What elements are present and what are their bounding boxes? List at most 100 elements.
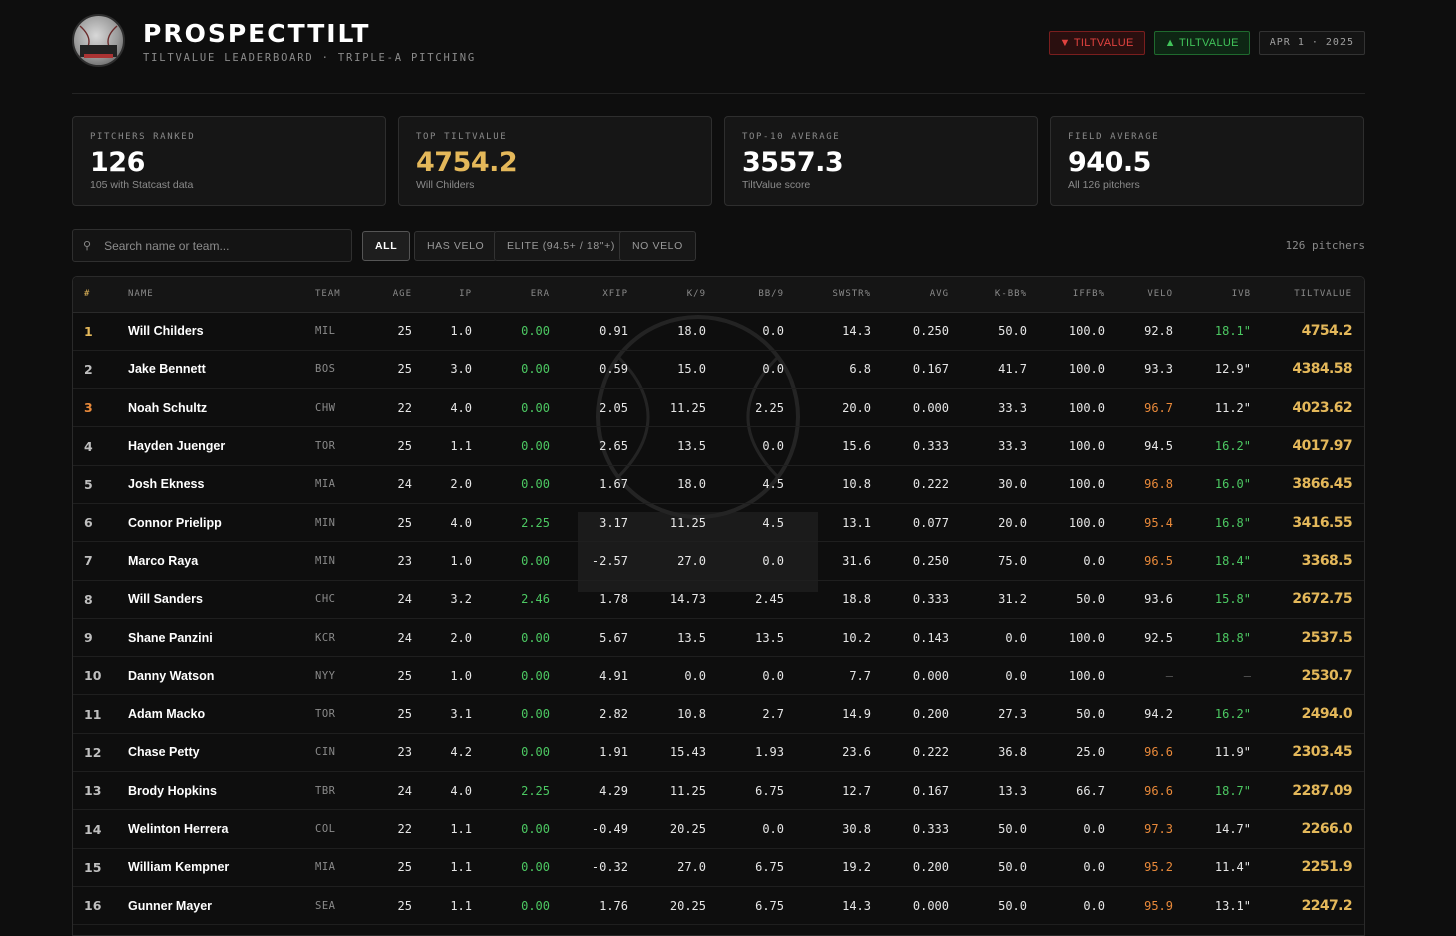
table-row[interactable]: 13 Brody Hopkins TBR 24 4.0 2.25 4.29 11.25 6.75… bbox=[73, 772, 1364, 810]
col-header-ivb[interactable]: IVB bbox=[1173, 277, 1251, 313]
cell-avg: 0.200 bbox=[912, 860, 949, 875]
cell-name: Josh Ekness bbox=[128, 477, 205, 492]
cell-era: 0.00 bbox=[521, 439, 550, 454]
filter-all-button[interactable]: ALL bbox=[362, 231, 411, 261]
col-header-xfip[interactable]: XFIP bbox=[550, 277, 628, 313]
cell-age: 22 bbox=[397, 822, 412, 836]
cell-tiltvalue: 2287.09 bbox=[1292, 782, 1352, 799]
app-title: PROSPECTTILT bbox=[143, 19, 371, 48]
table-row[interactable]: 1 Will Childers MIL 25 1.0 0.00 0.91 18.0 0.0 14.… bbox=[73, 312, 1364, 351]
cell-tiltvalue: 2303.45 bbox=[1292, 744, 1352, 761]
search-input[interactable] bbox=[102, 237, 327, 254]
table-row[interactable]: 7 Marco Raya MIN 23 1.0 0.00 -2.57 27.0 0.0 31.6 0… bbox=[73, 542, 1364, 581]
cell-avg: 0.000 bbox=[912, 400, 949, 415]
cell-velo: 96.7 bbox=[1144, 400, 1173, 415]
cell-age: 22 bbox=[397, 400, 412, 415]
col-header-age[interactable]: AGE bbox=[367, 277, 412, 313]
table-row[interactable]: 8 Will Sanders CHC 24 3.2 2.46 1.78 14.73 2.45 18… bbox=[73, 580, 1364, 619]
cell-ivb: 11.9" bbox=[1214, 745, 1251, 760]
table-row[interactable]: 3 Noah Schultz CHW 22 4.0 0.00 2.05 11.25 2.25 20… bbox=[73, 389, 1364, 427]
cell-bb9: 0.0 bbox=[762, 822, 784, 836]
col-header-k9[interactable]: K/9 bbox=[628, 277, 706, 313]
filter-no-velo-button[interactable]: NO VELO bbox=[619, 231, 696, 261]
cell-xfip: 1.91 bbox=[599, 745, 628, 760]
cell-velo: 94.2 bbox=[1144, 707, 1173, 722]
search-box[interactable]: ⚲ bbox=[72, 229, 352, 262]
tiltvalue-up-legend: ▲ TILTVALUE bbox=[1153, 31, 1250, 55]
cell-swstr: 10.2 bbox=[842, 630, 871, 645]
cell-rank: 3 bbox=[84, 400, 93, 416]
col-header-bb9[interactable]: BB/9 bbox=[706, 277, 784, 313]
cell-avg: 0.222 bbox=[912, 477, 949, 492]
cell-ivb: 11.2" bbox=[1214, 400, 1251, 415]
cell-k9: 18.0 bbox=[677, 324, 706, 339]
cell-team: BOS bbox=[315, 363, 336, 376]
col-header-kbb[interactable]: K-BB% bbox=[949, 277, 1027, 313]
cell-era: 0.00 bbox=[521, 400, 550, 415]
cell-era: 2.25 bbox=[521, 783, 550, 798]
table-row[interactable]: 12 Chase Petty CIN 23 4.2 0.00 1.91 15.43 1.93 23… bbox=[73, 733, 1364, 772]
cell-name: Welinton Herrera bbox=[128, 822, 229, 836]
cell-iffb: 0.0 bbox=[1083, 553, 1105, 568]
cell-tiltvalue: 4023.62 bbox=[1292, 399, 1352, 416]
cell-team: NYY bbox=[315, 669, 336, 682]
app-root: PROSPECTTILT TILTVALUE LEADERBOARD · TRI… bbox=[72, 0, 1365, 936]
filter-bar: ⚲ ALL HAS VELO ELITE (94.5+ / 18"+) NO V… bbox=[72, 229, 1365, 262]
cell-kbb: 33.3 bbox=[998, 400, 1027, 415]
cell-xfip: -2.57 bbox=[591, 553, 628, 568]
col-header-tiltvalue[interactable]: TILTVALUE bbox=[1251, 277, 1364, 313]
cell-k9: 27.0 bbox=[677, 553, 706, 568]
cell-k9: 18.0 bbox=[677, 477, 706, 492]
table-row[interactable]: 15 William Kempner MIA 25 1.1 0.00 -0.32 27.0 6.… bbox=[73, 848, 1364, 887]
stat-sub: 105 with Statcast data bbox=[90, 179, 194, 191]
col-header-team[interactable]: TEAM bbox=[315, 277, 367, 313]
col-header-iffb[interactable]: IFFB% bbox=[1027, 277, 1105, 313]
stat-sub: All 126 pitchers bbox=[1068, 179, 1140, 191]
col-header-avg[interactable]: AVG bbox=[871, 277, 949, 313]
cell-team: MIN bbox=[315, 554, 336, 567]
col-header-velo[interactable]: VELO bbox=[1105, 277, 1173, 313]
cell-bb9: 4.5 bbox=[762, 515, 784, 530]
col-header-ip[interactable]: IP bbox=[412, 277, 472, 313]
cell-age: 25 bbox=[397, 362, 412, 377]
cell-era: 0.00 bbox=[521, 553, 550, 568]
cell-bb9: 2.45 bbox=[755, 592, 784, 607]
cell-swstr: 14.9 bbox=[842, 707, 871, 722]
cell-avg: 0.167 bbox=[912, 362, 949, 377]
table-row[interactable]: 11 Adam Macko TOR 25 3.1 0.00 2.82 10.8 2.7 14.9 0… bbox=[73, 695, 1364, 734]
cell-rank: 2 bbox=[84, 361, 93, 377]
table-row[interactable]: 4 Hayden Juenger TOR 25 1.1 0.00 2.65 13.5 0.0 15… bbox=[73, 427, 1364, 466]
table-row[interactable]: 6 Connor Prielipp MIN 25 4.0 2.25 3.17 11.25 4.5… bbox=[73, 503, 1364, 542]
cell-rank: 5 bbox=[84, 476, 93, 492]
cell-name: Brody Hopkins bbox=[128, 783, 217, 798]
stat-card-field-average: FIELD AVERAGE 940.5 All 126 pitchers bbox=[1050, 116, 1364, 206]
cell-iffb: 100.0 bbox=[1068, 668, 1105, 683]
table-row[interactable]: 16 Gunner Mayer SEA 25 1.1 0.00 1.76 20.25 6.75 1… bbox=[73, 886, 1364, 925]
cell-age: 23 bbox=[397, 553, 412, 568]
cell-name: William Kempner bbox=[128, 860, 230, 875]
col-header-swstr[interactable]: SWSTR% bbox=[784, 277, 871, 313]
stat-label: PITCHERS RANKED bbox=[90, 132, 196, 142]
cell-team: COL bbox=[315, 823, 336, 835]
table-row[interactable]: 2 Jake Bennett BOS 25 3.0 0.00 0.59 15.0 0.0 6.8 0… bbox=[73, 350, 1364, 389]
cell-avg: 0.333 bbox=[912, 592, 949, 607]
cell-ip: 3.1 bbox=[450, 707, 472, 722]
cell-tiltvalue: 2247.2 bbox=[1301, 897, 1353, 914]
cell-name: Will Childers bbox=[128, 324, 204, 339]
cell-avg: 0.143 bbox=[912, 630, 949, 645]
cell-swstr: 14.3 bbox=[842, 324, 871, 339]
table-row[interactable]: 9 Shane Panzini KCR 24 2.0 0.00 5.67 13.5 13.5 10… bbox=[73, 618, 1364, 657]
cell-ip: 2.0 bbox=[450, 630, 472, 645]
col-header-rank[interactable]: # bbox=[73, 277, 128, 313]
cell-velo: 96.5 bbox=[1144, 553, 1173, 568]
col-header-name[interactable]: NAME bbox=[128, 277, 315, 313]
cell-xfip: 2.65 bbox=[599, 439, 628, 454]
table-row[interactable]: 10 Danny Watson NYY 25 1.0 0.00 4.91 0.0 0.0 7.7 0… bbox=[73, 657, 1364, 695]
col-header-era[interactable]: ERA bbox=[472, 277, 550, 313]
filter-has-velo-button[interactable]: HAS VELO bbox=[414, 231, 498, 261]
cell-k9: 15.0 bbox=[677, 362, 706, 377]
table-row[interactable]: 5 Josh Ekness MIA 24 2.0 0.00 1.67 18.0 4.5 10.8 0… bbox=[73, 465, 1364, 504]
cell-swstr: 10.8 bbox=[842, 477, 871, 492]
table-row[interactable]: 14 Welinton Herrera COL 22 1.1 0.00 -0.49 20.25… bbox=[73, 810, 1364, 849]
filter-elite-button[interactable]: ELITE (94.5+ / 18"+) bbox=[494, 231, 628, 261]
